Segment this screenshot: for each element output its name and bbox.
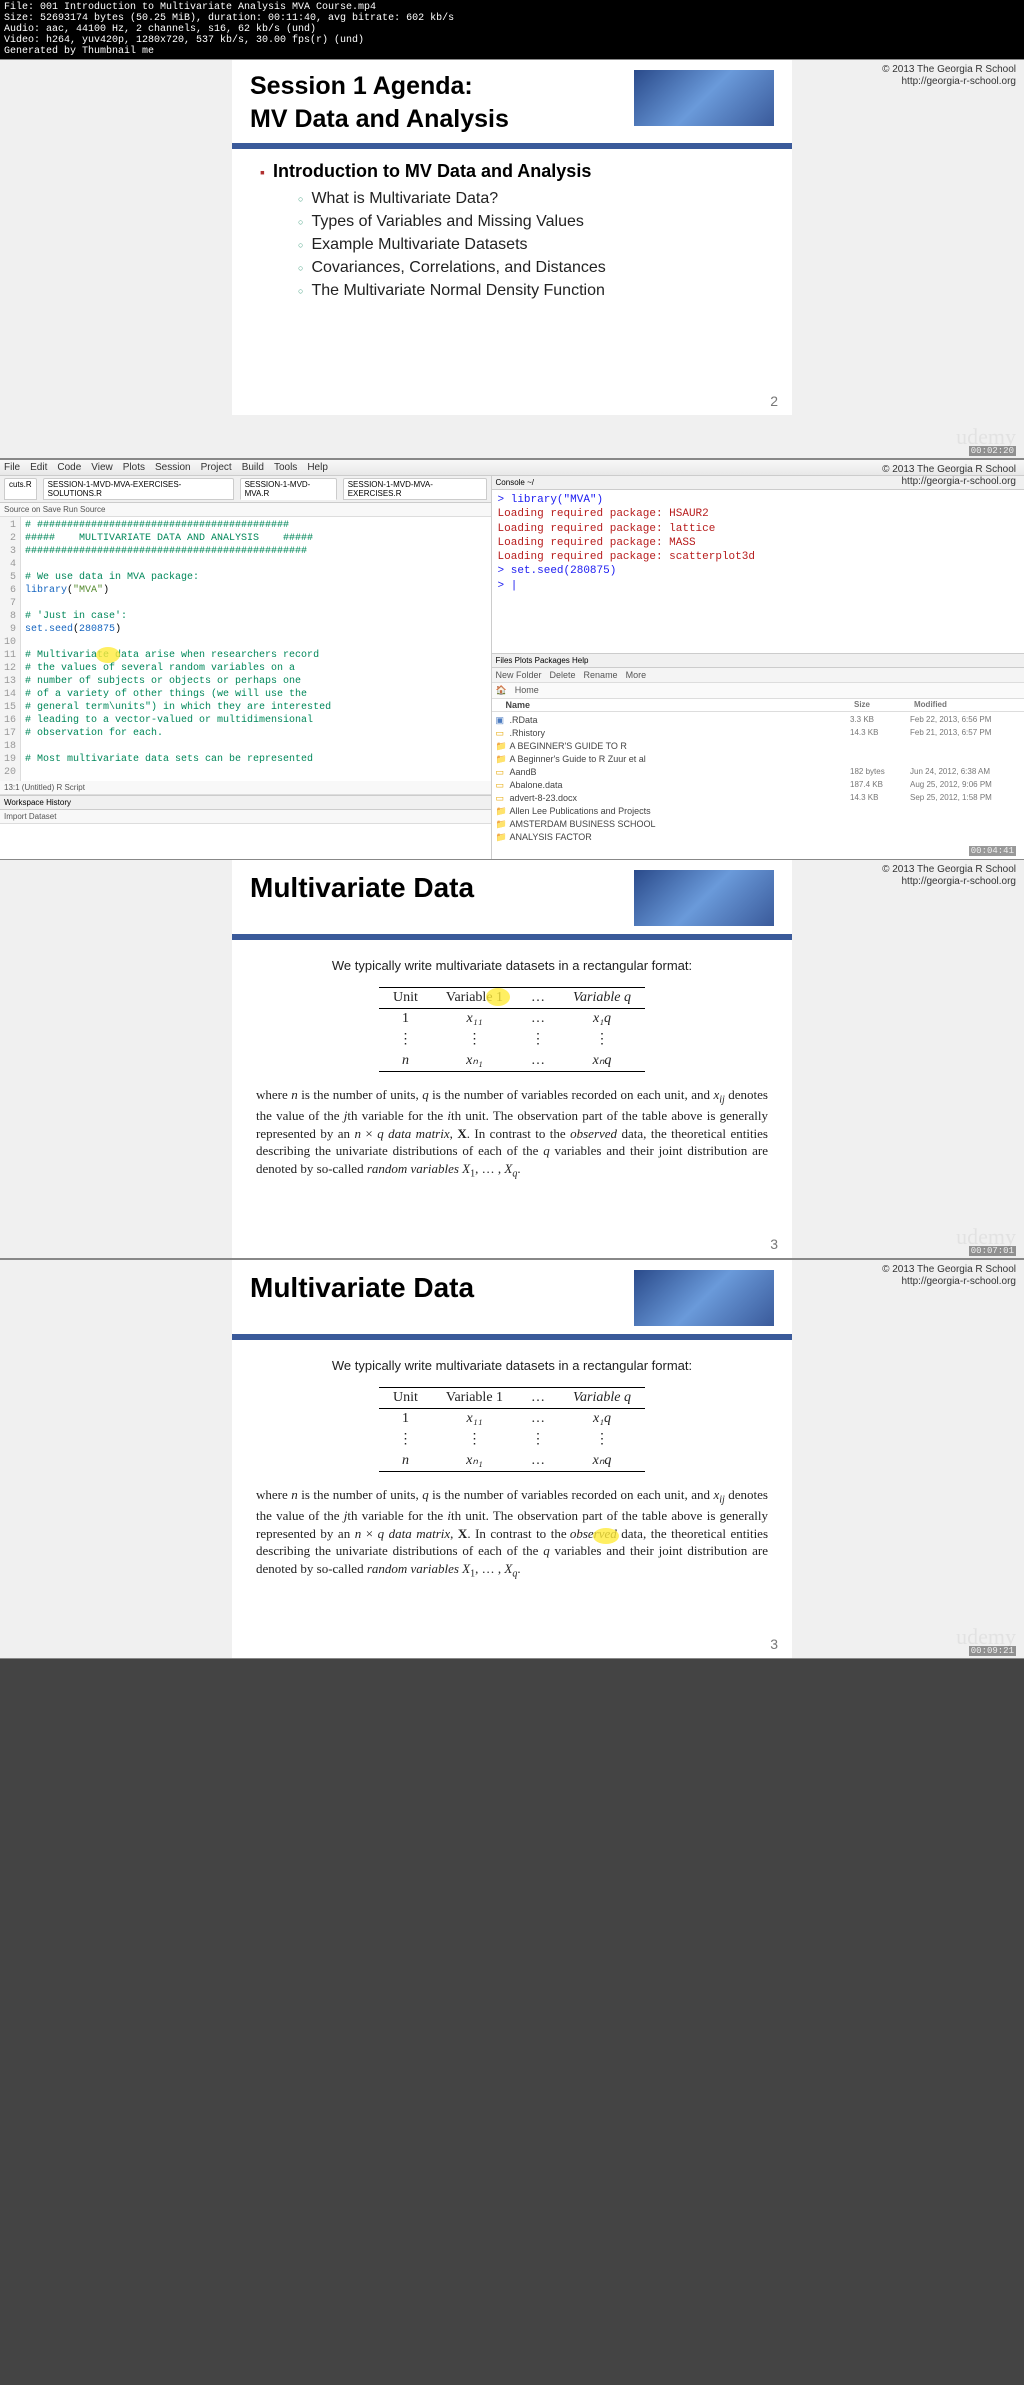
menu-edit[interactable]: Edit [30, 462, 47, 473]
files-toolbar[interactable]: New Folder Delete Rename More [492, 668, 1024, 683]
slide-header: Multivariate Data [232, 1260, 792, 1340]
data-matrix-table: UnitVariable 1…Variable q 1x₁₁…x₁q ⋮⋮⋮⋮ … [379, 1387, 645, 1472]
bullet-sub: Example Multivariate Datasets [298, 236, 764, 254]
workspace-toolbar[interactable]: Import Dataset [0, 810, 491, 824]
bullet-sub: What is Multivariate Data? [298, 190, 764, 208]
delete-button[interactable]: Delete [550, 670, 576, 680]
slide-number: 3 [770, 1236, 778, 1252]
new-folder-button[interactable]: New Folder [496, 670, 542, 680]
more-button[interactable]: More [626, 670, 647, 680]
code-editor[interactable]: 1234567891011121314151617181920 # ######… [0, 517, 491, 781]
slide-paragraph: where n is the number of units, q is the… [256, 1086, 768, 1181]
meta-size: Size: 52693174 bytes (50.25 MiB), durati… [4, 13, 1020, 24]
bullet-sub: Types of Variables and Missing Values [298, 213, 764, 231]
cursor-highlight [593, 1528, 619, 1544]
slide-number: 2 [770, 393, 778, 409]
editor-tab[interactable]: cuts.R [4, 478, 37, 500]
slide-title: Multivariate Data [250, 1270, 624, 1326]
file-row[interactable]: 📁A Beginner's Guide to R Zuur et al [496, 753, 1020, 766]
files-breadcrumb[interactable]: 🏠 Home [492, 683, 1024, 699]
menu-plots[interactable]: Plots [123, 462, 145, 473]
slide-header-image [634, 70, 774, 126]
slide-intro: We typically write multivariate datasets… [256, 958, 768, 973]
files-tabs[interactable]: Files Plots Packages Help [492, 654, 1024, 668]
copyright-line1: © 2013 The Georgia R School [882, 64, 1016, 76]
meta-gen: Generated by Thumbnail me [4, 46, 1020, 57]
file-row[interactable]: ▭AandB182 bytesJun 24, 2012, 6:38 AM [496, 766, 1020, 779]
copyright: © 2013 The Georgia R School http://georg… [882, 864, 1016, 888]
frame-timestamp: 00:04:41 [969, 846, 1016, 856]
files-pane: Files Plots Packages Help New Folder Del… [492, 653, 1024, 865]
file-row[interactable]: ▭advert-8-23.docx14.3 KBSep 25, 2012, 1:… [496, 792, 1020, 805]
col-name[interactable]: Name [506, 700, 854, 710]
copyright-url: http://georgia-r-school.org [882, 76, 1016, 88]
editor-tab[interactable]: SESSION-1-MVD-MVA-EXERCISES-SOLUTIONS.R [43, 478, 234, 500]
slide-header: Session 1 Agenda: MV Data and Analysis [232, 60, 792, 149]
file-row[interactable]: ▭.Rhistory14.3 KBFeb 21, 2013, 6:57 PM [496, 727, 1020, 740]
frame-timestamp: 00:09:21 [969, 1646, 1016, 1656]
video-metadata: File: 001 Introduction to Multivariate A… [0, 0, 1024, 59]
editor-tabs[interactable]: cuts.R SESSION-1-MVD-MVA-EXERCISES-SOLUT… [0, 476, 491, 503]
frame-timestamp: 00:07:01 [969, 1246, 1016, 1256]
thumbnail-frame-3: © 2013 The Georgia R School http://georg… [0, 859, 1024, 1259]
workspace-tabs[interactable]: Workspace History [0, 796, 491, 810]
file-list[interactable]: ▣.RData3.3 KBFeb 22, 2013, 6:56 PM▭.Rhis… [492, 712, 1024, 846]
bullet-sub: Covariances, Correlations, and Distances [298, 259, 764, 277]
bullet-sub: The Multivariate Normal Density Function [298, 282, 764, 300]
col-modified[interactable]: Modified [914, 700, 1024, 710]
file-row[interactable]: 📁ANALYSIS FACTOR [496, 831, 1020, 844]
workspace-pane: Workspace History Import Dataset [0, 795, 491, 865]
menu-code[interactable]: Code [57, 462, 81, 473]
menu-help[interactable]: Help [307, 462, 328, 473]
meta-file: File: 001 Introduction to Multivariate A… [4, 2, 1020, 13]
menu-tools[interactable]: Tools [274, 462, 297, 473]
editor-status-bar: 13:1 (Untitled) R Script [0, 781, 491, 795]
slide-header: Multivariate Data [232, 860, 792, 940]
menu-project[interactable]: Project [201, 462, 232, 473]
slide-title: Session 1 Agenda: MV Data and Analysis [250, 70, 624, 135]
file-row[interactable]: ▣.RData3.3 KBFeb 22, 2013, 6:56 PM [496, 714, 1020, 727]
file-row[interactable]: 📁AMSTERDAM BUSINESS SCHOOL [496, 818, 1020, 831]
data-matrix-table: Unit Variable 1 … Variable q 1x₁₁…x₁q ⋮⋮… [379, 987, 645, 1072]
rstudio-menubar[interactable]: File Edit Code View Plots Session Projec… [0, 460, 1024, 476]
cursor-highlight [96, 647, 120, 663]
slide-paragraph: where n is the number of units, q is the… [256, 1486, 768, 1581]
rename-button[interactable]: Rename [584, 670, 618, 680]
menu-file[interactable]: File [4, 462, 20, 473]
editor-tab[interactable]: SESSION-1-MVD-MVA.R [240, 478, 337, 500]
copyright: © 2013 The Georgia R School http://georg… [882, 1264, 1016, 1288]
code-content[interactable]: # ######################################… [21, 517, 491, 781]
copyright: © 2013 The Georgia R School http://georg… [882, 464, 1016, 488]
editor-toolbar[interactable]: Source on Save Run Source [0, 503, 491, 517]
slide-body: We typically write multivariate datasets… [232, 1340, 792, 1599]
menu-session[interactable]: Session [155, 462, 191, 473]
menu-build[interactable]: Build [242, 462, 264, 473]
meta-video: Video: h264, yuv420p, 1280x720, 537 kb/s… [4, 35, 1020, 46]
file-row[interactable]: 📁A BEGINNER'S GUIDE TO R [496, 740, 1020, 753]
thumbnail-frame-4: © 2013 The Georgia R School http://georg… [0, 1259, 1024, 1659]
slide-body: We typically write multivariate datasets… [232, 940, 792, 1199]
file-row[interactable]: 📁Allen Lee Publications and Projects [496, 805, 1020, 818]
meta-audio: Audio: aac, 44100 Hz, 2 channels, s16, 6… [4, 24, 1020, 35]
r-console[interactable]: > library("MVA")Loading required package… [492, 490, 1024, 653]
frame-timestamp: 00:02:20 [969, 446, 1016, 456]
slide-header-image [634, 870, 774, 926]
slide-number: 3 [770, 1636, 778, 1652]
copyright: © 2013 The Georgia R School http://georg… [882, 64, 1016, 88]
file-row[interactable]: ▭Abalone.data187.4 KBAug 25, 2012, 9:06 … [496, 779, 1020, 792]
thumbnail-frame-1: © 2013 The Georgia R School http://georg… [0, 59, 1024, 459]
menu-view[interactable]: View [91, 462, 113, 473]
cursor-highlight [486, 988, 510, 1006]
editor-tab[interactable]: SESSION-1-MVD-MVA-EXERCISES.R [343, 478, 487, 500]
slide-header-image [634, 1270, 774, 1326]
bullet-main: Introduction to MV Data and Analysis [260, 161, 764, 182]
slide-title: Multivariate Data [250, 870, 624, 926]
thumbnail-frame-2: © 2013 The Georgia R School http://georg… [0, 459, 1024, 859]
col-size[interactable]: Size [854, 700, 914, 710]
slide-body: Introduction to MV Data and Analysis Wha… [232, 149, 792, 325]
line-gutter: 1234567891011121314151617181920 [0, 517, 21, 781]
slide-intro: We typically write multivariate datasets… [256, 1358, 768, 1373]
